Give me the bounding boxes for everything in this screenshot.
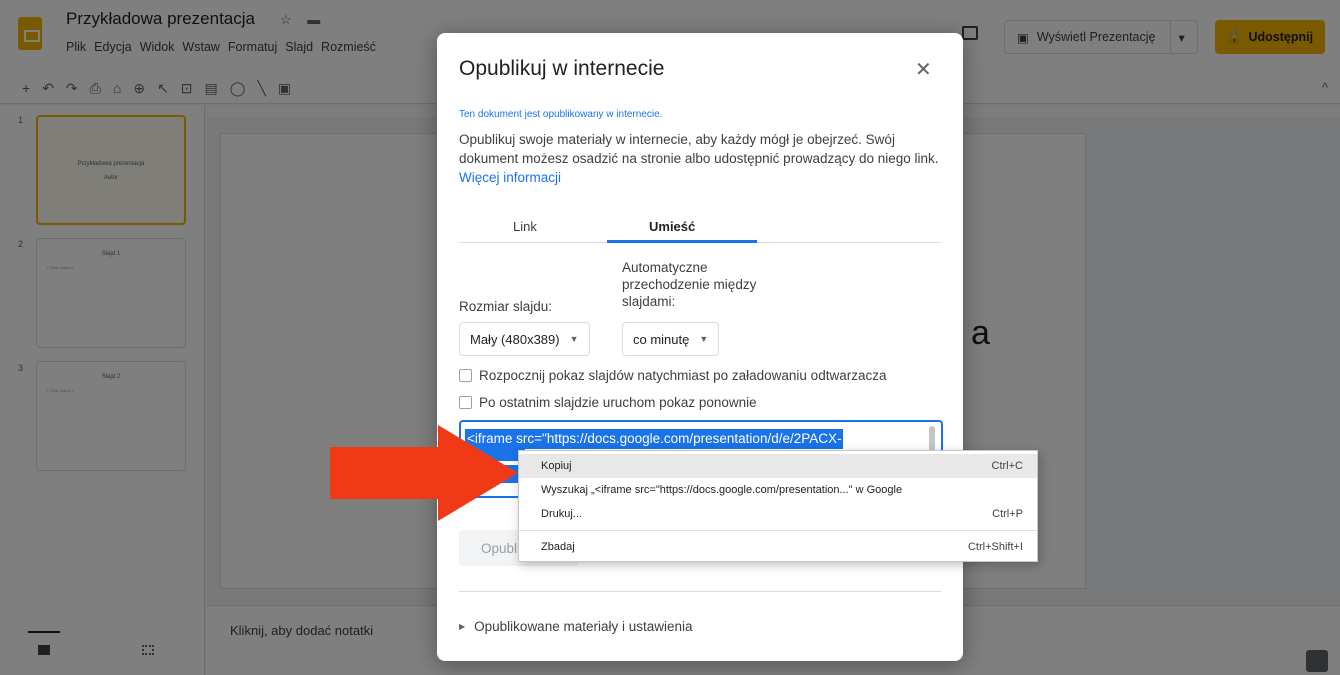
textarea-scrollbar[interactable] bbox=[929, 426, 935, 452]
tab-embed[interactable]: Umieść bbox=[649, 219, 695, 234]
start-immediately-row: Rozpocznij pokaz slajdów natychmiast po … bbox=[459, 368, 886, 383]
chevron-down-icon: ▼ bbox=[569, 334, 579, 344]
auto-advance-value: co minutę bbox=[633, 331, 690, 347]
ctx-copy-label: Kopiuj bbox=[541, 460, 572, 472]
ctx-inspect-shortcut: Ctrl+Shift+I bbox=[967, 541, 1023, 553]
ctx-print-label: Drukuj... bbox=[541, 508, 582, 520]
publish-dialog: Opublikuj w internecie ✕ Ten dokument je… bbox=[437, 33, 963, 661]
expand-arrow-icon: ▶ bbox=[459, 622, 466, 631]
slide-size-select[interactable]: Mały (480x389) ▼ bbox=[459, 322, 590, 356]
more-info-link[interactable]: Więcej informacji bbox=[459, 170, 561, 185]
published-settings-toggle[interactable]: ▶ Opublikowane materiały i ustawienia bbox=[459, 619, 693, 634]
description-text: Opublikuj swoje materiały w internecie, … bbox=[459, 132, 939, 166]
published-notice: Ten dokument jest opublikowany w interne… bbox=[459, 109, 663, 120]
auto-advance-label: Automatyczne przechodzenie między slajda… bbox=[622, 260, 757, 309]
dialog-divider bbox=[459, 591, 941, 592]
dialog-description: Opublikuj swoje materiały w internecie, … bbox=[459, 130, 949, 187]
embed-code-text: <iframe src="https://docs.google.com/pre… bbox=[465, 429, 844, 449]
ctx-search-label: Wyszukaj „<iframe src="https://docs.goog… bbox=[541, 484, 903, 496]
ctx-copy[interactable]: Kopiuj Ctrl+C bbox=[519, 454, 1037, 478]
ctx-inspect-label: Zbadaj bbox=[541, 541, 575, 553]
published-settings-label: Opublikowane materiały i ustawienia bbox=[474, 619, 693, 634]
ctx-search-google[interactable]: Wyszukaj „<iframe src="https://docs.goog… bbox=[519, 478, 1037, 502]
context-menu-separator bbox=[519, 530, 1037, 531]
auto-advance-select[interactable]: co minutę ▼ bbox=[622, 322, 720, 356]
tab-link[interactable]: Link bbox=[513, 219, 537, 234]
slide-size-label: Rozmiar slajdu: bbox=[459, 299, 553, 314]
dialog-tabs: Link Umieść bbox=[459, 213, 941, 243]
restart-checkbox[interactable] bbox=[459, 396, 472, 409]
context-menu: Kopiuj Ctrl+C Wyszukaj „<iframe src="htt… bbox=[518, 450, 1038, 562]
ctx-print[interactable]: Drukuj... Ctrl+P bbox=[519, 502, 1037, 526]
restart-label: Po ostatnim slajdzie uruchom pokaz ponow… bbox=[479, 395, 757, 410]
start-immediately-checkbox[interactable] bbox=[459, 369, 472, 382]
ctx-inspect[interactable]: Zbadaj Ctrl+Shift+I bbox=[519, 535, 1037, 559]
annotation-arrowhead-icon bbox=[438, 425, 518, 521]
slide-size-value: Mały (480x389) bbox=[470, 331, 560, 347]
close-icon[interactable]: ✕ bbox=[915, 57, 932, 82]
active-tab-indicator bbox=[607, 240, 757, 243]
restart-row: Po ostatnim slajdzie uruchom pokaz ponow… bbox=[459, 395, 757, 410]
annotation-arrow-icon bbox=[330, 447, 440, 499]
start-immediately-label: Rozpocznij pokaz slajdów natychmiast po … bbox=[479, 368, 887, 383]
chevron-down-icon: ▼ bbox=[699, 334, 709, 344]
ctx-copy-shortcut: Ctrl+C bbox=[991, 460, 1023, 472]
dialog-title: Opublikuj w internecie bbox=[459, 57, 665, 80]
ctx-print-shortcut: Ctrl+P bbox=[992, 508, 1023, 520]
